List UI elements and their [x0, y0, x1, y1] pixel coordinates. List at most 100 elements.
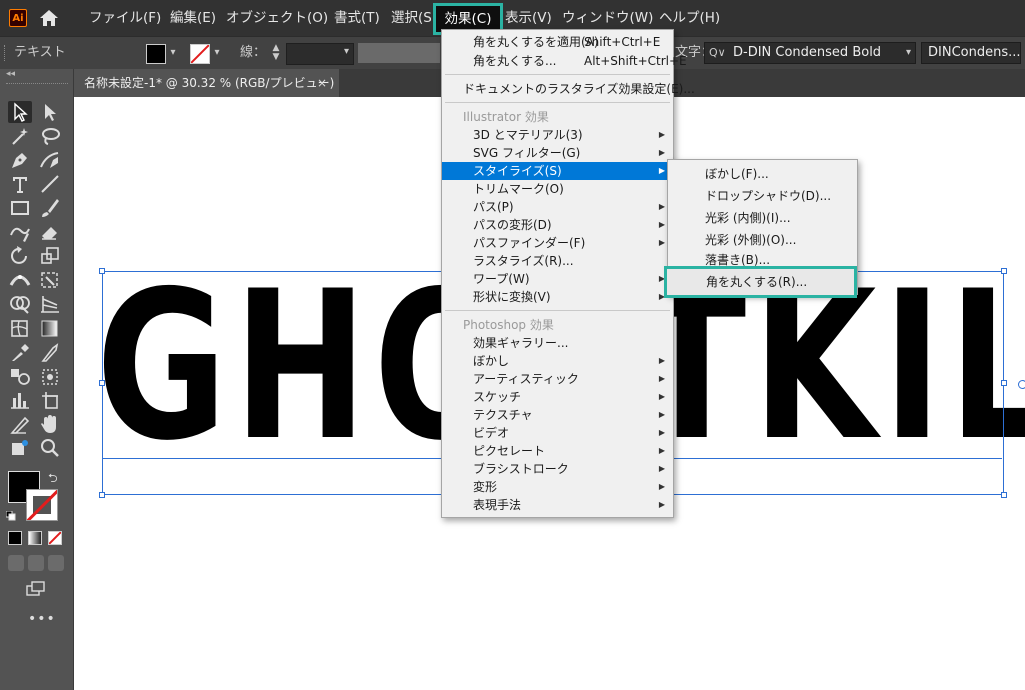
resize-handle[interactable]: [99, 268, 105, 274]
rotate-tool-icon[interactable]: [8, 245, 32, 267]
submenu-arrow-icon: ▶: [658, 374, 665, 383]
submenu-item-round-corners[interactable]: 角を丸くする(R)...: [664, 266, 857, 298]
resize-handle[interactable]: [1001, 268, 1007, 274]
menu-item-raster-settings[interactable]: ドキュメントのラスタライズ効果設定(E)...: [442, 80, 695, 98]
magic-wand-tool-icon[interactable]: [8, 125, 32, 147]
menu-item-pixelate[interactable]: ピクセレート ▶: [442, 442, 673, 460]
font-family-dropdown[interactable]: Q∨ D-DIN Condensed Bold ▾: [704, 42, 916, 64]
swap-fill-stroke-icon[interactable]: ⮌: [48, 469, 58, 490]
selection-tool-icon[interactable]: [8, 101, 32, 123]
menu-item-texture[interactable]: テクスチャ ▶: [442, 406, 673, 424]
close-icon[interactable]: ×: [317, 69, 327, 97]
chevron-down-icon[interactable]: ▾: [166, 45, 180, 61]
gradient-mode-button[interactable]: [28, 531, 42, 545]
panel-grip[interactable]: [6, 83, 68, 88]
edit-toolbar-icon[interactable]: •••: [28, 611, 56, 627]
text-out-port[interactable]: [1018, 380, 1025, 389]
curvature-tool-icon[interactable]: [38, 149, 62, 171]
menu-item-path[interactable]: パス(P) ▶: [442, 198, 673, 216]
draw-inside-icon[interactable]: [48, 555, 64, 571]
rectangle-tool-icon[interactable]: [8, 197, 32, 219]
resize-handle[interactable]: [1001, 492, 1007, 498]
resize-handle[interactable]: [99, 380, 105, 386]
menu-item-video[interactable]: ビデオ ▶: [442, 424, 673, 442]
submenu-item-drop-shadow[interactable]: ドロップシャドウ(D)...: [668, 185, 857, 207]
submenu-arrow-icon: ▶: [658, 392, 665, 401]
menu-item-artistic[interactable]: アーティスティック ▶: [442, 370, 673, 388]
perspective-grid-tool-icon[interactable]: [38, 293, 62, 315]
hand-tool-icon[interactable]: [38, 413, 62, 435]
fill-color-button[interactable]: [146, 44, 166, 64]
line-segment-tool-icon[interactable]: [38, 173, 62, 195]
scale-tool-icon[interactable]: [38, 245, 62, 267]
menu-select[interactable]: 選択(S: [391, 0, 432, 36]
lasso-tool-icon[interactable]: [38, 125, 62, 147]
color-mode-button[interactable]: [8, 531, 22, 545]
slice-tool-icon[interactable]: [8, 413, 32, 435]
menu-item-effect-gallery[interactable]: 効果ギャラリー...: [442, 334, 673, 352]
none-mode-button[interactable]: [48, 531, 62, 545]
color-guide-icon[interactable]: [8, 437, 32, 459]
pen-tool-icon[interactable]: [8, 149, 32, 171]
menu-item-distort-transform[interactable]: パスの変形(D) ▶: [442, 216, 673, 234]
menu-type[interactable]: 書式(T): [334, 0, 380, 36]
eyedropper-tool-icon[interactable]: [8, 341, 32, 363]
submenu-item-feather[interactable]: ぼかし(F)...: [668, 163, 857, 185]
draw-behind-icon[interactable]: [28, 555, 44, 571]
width-tool-icon[interactable]: [8, 269, 32, 291]
menu-item-sketch[interactable]: スケッチ ▶: [442, 388, 673, 406]
submenu-arrow-icon: ▶: [658, 446, 665, 455]
shaper-tool-icon[interactable]: [8, 221, 32, 243]
brush-definition-field[interactable]: [358, 43, 440, 63]
font-style-dropdown[interactable]: DINCondens...: [921, 42, 1021, 64]
panel-grip[interactable]: [4, 45, 8, 61]
menu-item-3d-materials[interactable]: 3D とマテリアル(3) ▶: [442, 126, 673, 144]
menu-item-rasterize[interactable]: ラスタライズ(R)...: [442, 252, 673, 270]
menu-item-last-effect[interactable]: 角を丸くする... Alt+Shift+Ctrl+E: [442, 52, 687, 70]
direct-selection-tool-icon[interactable]: [38, 101, 62, 123]
menu-item-blur[interactable]: ぼかし ▶: [442, 352, 673, 370]
collapse-icon[interactable]: ◂◂: [6, 69, 15, 79]
menu-item-stylize[interactable]: スタイライズ(S) ▶: [442, 162, 673, 180]
submenu-item-inner-glow[interactable]: 光彩 (内側)(I)...: [668, 207, 857, 229]
resize-handle[interactable]: [99, 492, 105, 498]
submenu-item-outer-glow[interactable]: 光彩 (外側)(O)...: [668, 229, 857, 251]
zoom-tool-icon[interactable]: [38, 437, 62, 459]
blend-tool-icon[interactable]: [8, 365, 32, 387]
menu-item-brush-strokes[interactable]: ブラシストローク ▶: [442, 460, 673, 478]
menu-item-convert-to-shape[interactable]: 形状に変換(V) ▶: [442, 288, 673, 306]
menu-item-distort[interactable]: 変形 ▶: [442, 478, 673, 496]
stroke-swatch[interactable]: [26, 489, 58, 521]
measure-tool-icon[interactable]: [38, 341, 62, 363]
column-graph-tool-icon[interactable]: [8, 389, 32, 411]
gradient-tool-icon[interactable]: [38, 317, 62, 339]
mesh-tool-icon[interactable]: [8, 317, 32, 339]
menu-item-warp[interactable]: ワープ(W) ▶: [442, 270, 673, 288]
menu-file[interactable]: ファイル(F): [89, 0, 161, 36]
menu-item-pathfinder[interactable]: パスファインダー(F) ▶: [442, 234, 673, 252]
menu-item-trim-marks[interactable]: トリムマーク(O): [442, 180, 673, 198]
resize-handle[interactable]: [1001, 380, 1007, 386]
eraser-tool-icon[interactable]: [38, 221, 62, 243]
stroke-weight-spinner[interactable]: ▲ ▼: [270, 44, 282, 62]
free-transform-tool-icon[interactable]: [38, 269, 62, 291]
stroke-weight-field[interactable]: ▾: [286, 43, 354, 65]
menu-edit[interactable]: 編集(E): [170, 0, 216, 36]
artboard-tool-icon[interactable]: [38, 389, 62, 411]
symbol-sprayer-tool-icon[interactable]: [38, 365, 62, 387]
default-colors-icon[interactable]: [5, 510, 16, 521]
draw-normal-icon[interactable]: [8, 555, 24, 571]
chevron-down-icon[interactable]: ▾: [210, 45, 224, 61]
menu-item-stylize-ps[interactable]: 表現手法 ▶: [442, 496, 673, 514]
menu-item-svg-filters[interactable]: SVG フィルター(G) ▶: [442, 144, 673, 162]
document-tab[interactable]: 名称未設定-1* @ 30.32 % (RGB/プレビュー) ×: [74, 69, 339, 97]
home-icon[interactable]: [38, 8, 60, 28]
menu-object[interactable]: オブジェクト(O): [226, 0, 328, 36]
stroke-color-button[interactable]: [190, 44, 210, 64]
submenu-arrow-icon: ▶: [658, 130, 665, 139]
shape-builder-tool-icon[interactable]: [8, 293, 32, 315]
paintbrush-tool-icon[interactable]: [38, 197, 62, 219]
screen-mode-icon[interactable]: [26, 581, 46, 597]
menu-item-apply-last-effect[interactable]: 角を丸くするを適用(A) Shift+Ctrl+E: [442, 33, 673, 51]
type-tool-icon[interactable]: [8, 173, 32, 195]
